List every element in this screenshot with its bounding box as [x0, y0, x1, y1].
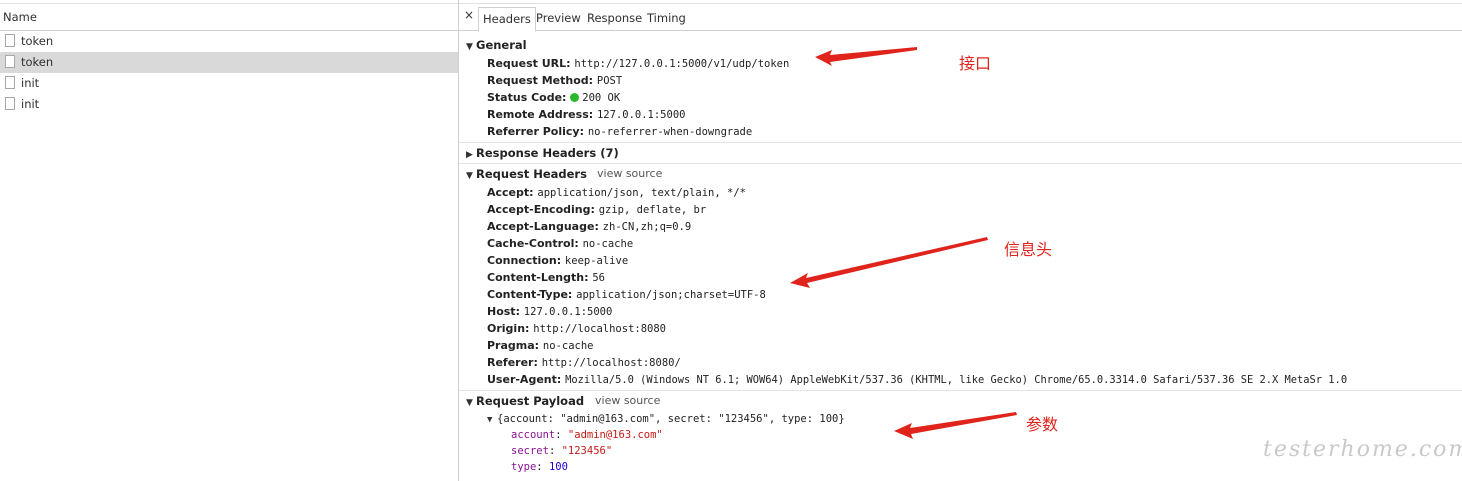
watermark: testerhome.com [1263, 437, 1462, 462]
annotation-arrows [790, 47, 1017, 439]
annotation-interface-label: 接口 [959, 54, 992, 73]
arrow-to-request-url [815, 47, 917, 66]
annotation-params-label: 参数 [1026, 415, 1059, 434]
arrow-to-payload [894, 412, 1017, 439]
arrow-to-content-type [790, 237, 988, 288]
annotation-headers-label: 信息头 [1004, 240, 1053, 259]
